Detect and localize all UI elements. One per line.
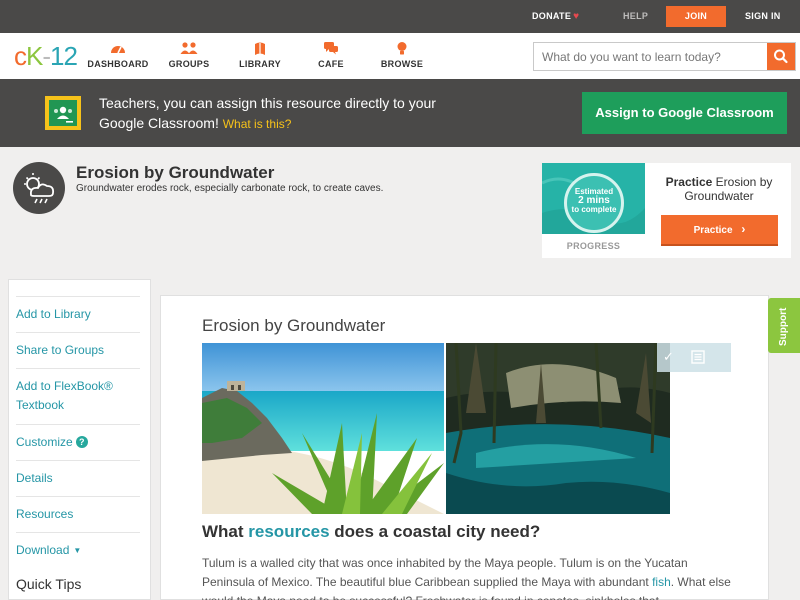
estimated-time-badge: Estimated 2 mins to complete [564,173,624,233]
cenote-cave-image [446,343,670,514]
practice-card: Estimated 2 mins to complete PROGRESS Pr… [542,163,791,258]
lesson-paragraph: Tulum is a walled city that was once inh… [202,554,742,600]
support-tab[interactable]: Support [768,298,800,353]
tulum-beach-image [202,343,444,514]
lesson-photo [202,343,670,514]
paragraph-text-start: Tulum is a walled city that was once inh… [202,556,688,589]
top-utility-bar: DONATE ♥ HELP JOIN SIGN IN [0,0,800,33]
practice-title: Practice Erosion by Groundwater [654,175,784,203]
practice-button[interactable]: Practice › [661,215,778,244]
nav-cafe-label: CAFE [318,59,344,69]
sidebar-item-add-to-library[interactable]: Add to Library [16,296,140,324]
chevron-right-icon: › [741,222,746,236]
browse-icon [362,41,442,57]
download-label: Download [16,543,70,557]
weather-concept-icon [13,162,65,214]
dashboard-icon [78,41,158,57]
quick-tips-heading: Quick Tips [16,576,82,592]
lesson-content: Erosion by Groundwater ✓ What resources … [160,295,769,600]
donate-link[interactable]: DONATE ♥ [532,0,579,33]
logo-k: K [26,41,43,71]
page-title: Erosion by Groundwater [76,163,275,182]
nav-groups[interactable]: GROUPS [149,41,229,69]
donate-label: DONATE [532,11,572,21]
practice-button-label: Practice [693,225,733,236]
lesson-question: What resources does a coastal city need? [202,522,540,542]
question-text-start: What [202,522,249,541]
sign-in-link[interactable]: SIGN IN [745,0,781,33]
nav-browse[interactable]: BROWSE [362,41,442,69]
groups-icon [149,41,229,57]
nav-browse-label: BROWSE [380,59,424,69]
sidebar-item-resources[interactable]: Resources [16,496,140,524]
image-toolbar: ✓ [657,343,731,372]
nav-cafe[interactable]: CAFE [291,41,371,69]
sidebar-item-download[interactable]: Download ▼ [16,532,140,560]
support-label: Support [778,307,789,346]
join-button[interactable]: JOIN [666,6,726,27]
question-text-end: does a coastal city need? [329,522,541,541]
resources-keyword-link[interactable]: resources [248,522,329,541]
nav-library[interactable]: LIBRARY [220,41,300,69]
sidebar-item-share-to-groups[interactable]: Share to Groups [16,332,140,360]
caret-down-icon: ▼ [73,546,82,555]
practice-title-bold: Practice [665,175,713,189]
main-navigation: cK-12 DASHBOARD GROUPS LIBRARY CAFE BROW… [0,33,800,79]
pin-icon[interactable]: ✓ [663,350,677,364]
customize-label: Customize [16,435,73,449]
help-link[interactable]: HELP [623,0,648,33]
search-box [533,42,796,71]
logo-12: 12 [50,41,78,71]
progress-graphic: Estimated 2 mins to complete [542,163,645,234]
classroom-message: Teachers, you can assign this resource d… [99,93,479,134]
nav-dashboard[interactable]: DASHBOARD [78,41,158,69]
search-button[interactable] [767,43,795,70]
nav-groups-label: GROUPS [168,59,210,69]
progress-label: PROGRESS [566,241,621,251]
logo-c: c [14,41,27,71]
library-icon [220,41,300,57]
estimated-minutes: 2 mins [578,195,610,206]
logo-dash: - [42,41,51,71]
google-classroom-icon [45,96,81,130]
nav-library-label: LIBRARY [239,59,281,69]
assign-to-google-classroom-button[interactable]: Assign to Google Classroom [582,92,787,134]
heart-icon: ♥ [573,11,580,22]
page-subtitle: Groundwater erodes rock, especially carb… [76,183,384,194]
sidebar-item-customize[interactable]: Customize? [16,424,140,452]
sidebar-item-details[interactable]: Details [16,460,140,488]
sidebar-item-add-to-flexbook[interactable]: Add to FlexBook® Textbook [16,368,140,415]
notes-icon[interactable] [691,350,705,364]
to-complete-label: to complete [571,205,617,214]
ck12-logo[interactable]: cK-12 [14,41,78,71]
google-classroom-banner: Teachers, you can assign this resource d… [0,79,800,147]
nav-dashboard-label: DASHBOARD [87,59,149,69]
search-input[interactable] [534,43,768,70]
resource-sidebar: Add to Library Share to Groups Add to Fl… [8,279,151,600]
fish-link[interactable]: fish [652,575,671,589]
lesson-title: Erosion by Groundwater [202,316,386,335]
cafe-icon [291,41,371,57]
what-is-this-link[interactable]: What is this? [223,117,292,131]
help-icon[interactable]: ? [75,436,88,448]
search-icon [774,49,788,64]
